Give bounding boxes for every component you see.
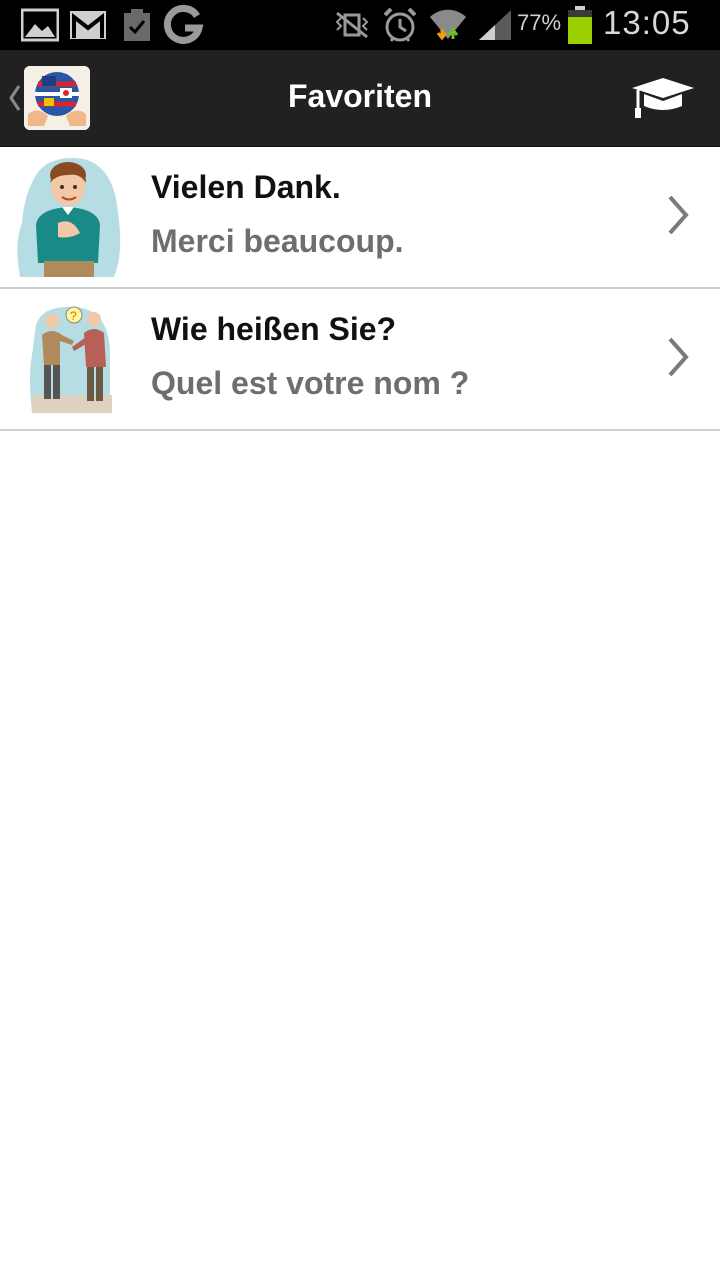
chevron-right-icon[interactable] <box>664 335 692 379</box>
battery-icon <box>566 0 594 50</box>
wifi-icon <box>428 0 468 50</box>
clock: 13:05 <box>603 4 691 41</box>
alarm-icon <box>382 0 418 50</box>
list-item[interactable]: ? Wie heißen Sie? Quel est votre nom ? <box>0 289 720 431</box>
favorites-list: Vielen Dank. Merci beaucoup. ? Wie heiße… <box>0 147 720 431</box>
page-title: Favoriten <box>287 78 433 114</box>
gmail-icon <box>68 0 108 50</box>
battery-percentage: 77% <box>517 10 562 35</box>
google-icon <box>162 0 206 50</box>
gallery-icon <box>20 0 60 50</box>
thank-you-illustration <box>14 153 126 279</box>
svg-text:?: ? <box>70 309 77 323</box>
signal-icon <box>476 0 514 50</box>
chevron-right-icon[interactable] <box>664 193 692 237</box>
list-item[interactable]: Vielen Dank. Merci beaucoup. <box>0 147 720 289</box>
status-bar: 77% 13:05 <box>0 0 720 50</box>
what-is-your-name-illustration: ? <box>14 295 126 421</box>
phrase-french: Merci beaucoup. <box>151 223 404 259</box>
vibrate-icon <box>332 0 372 50</box>
phrase-french: Quel est votre nom ? <box>151 365 470 401</box>
graduation-cap-icon[interactable] <box>630 74 696 122</box>
clipboard-check-icon <box>120 0 154 50</box>
phrase-german: Wie heißen Sie? <box>151 311 397 347</box>
action-bar: Favoriten <box>0 50 720 148</box>
phrase-german: Vielen Dank. <box>151 169 341 205</box>
